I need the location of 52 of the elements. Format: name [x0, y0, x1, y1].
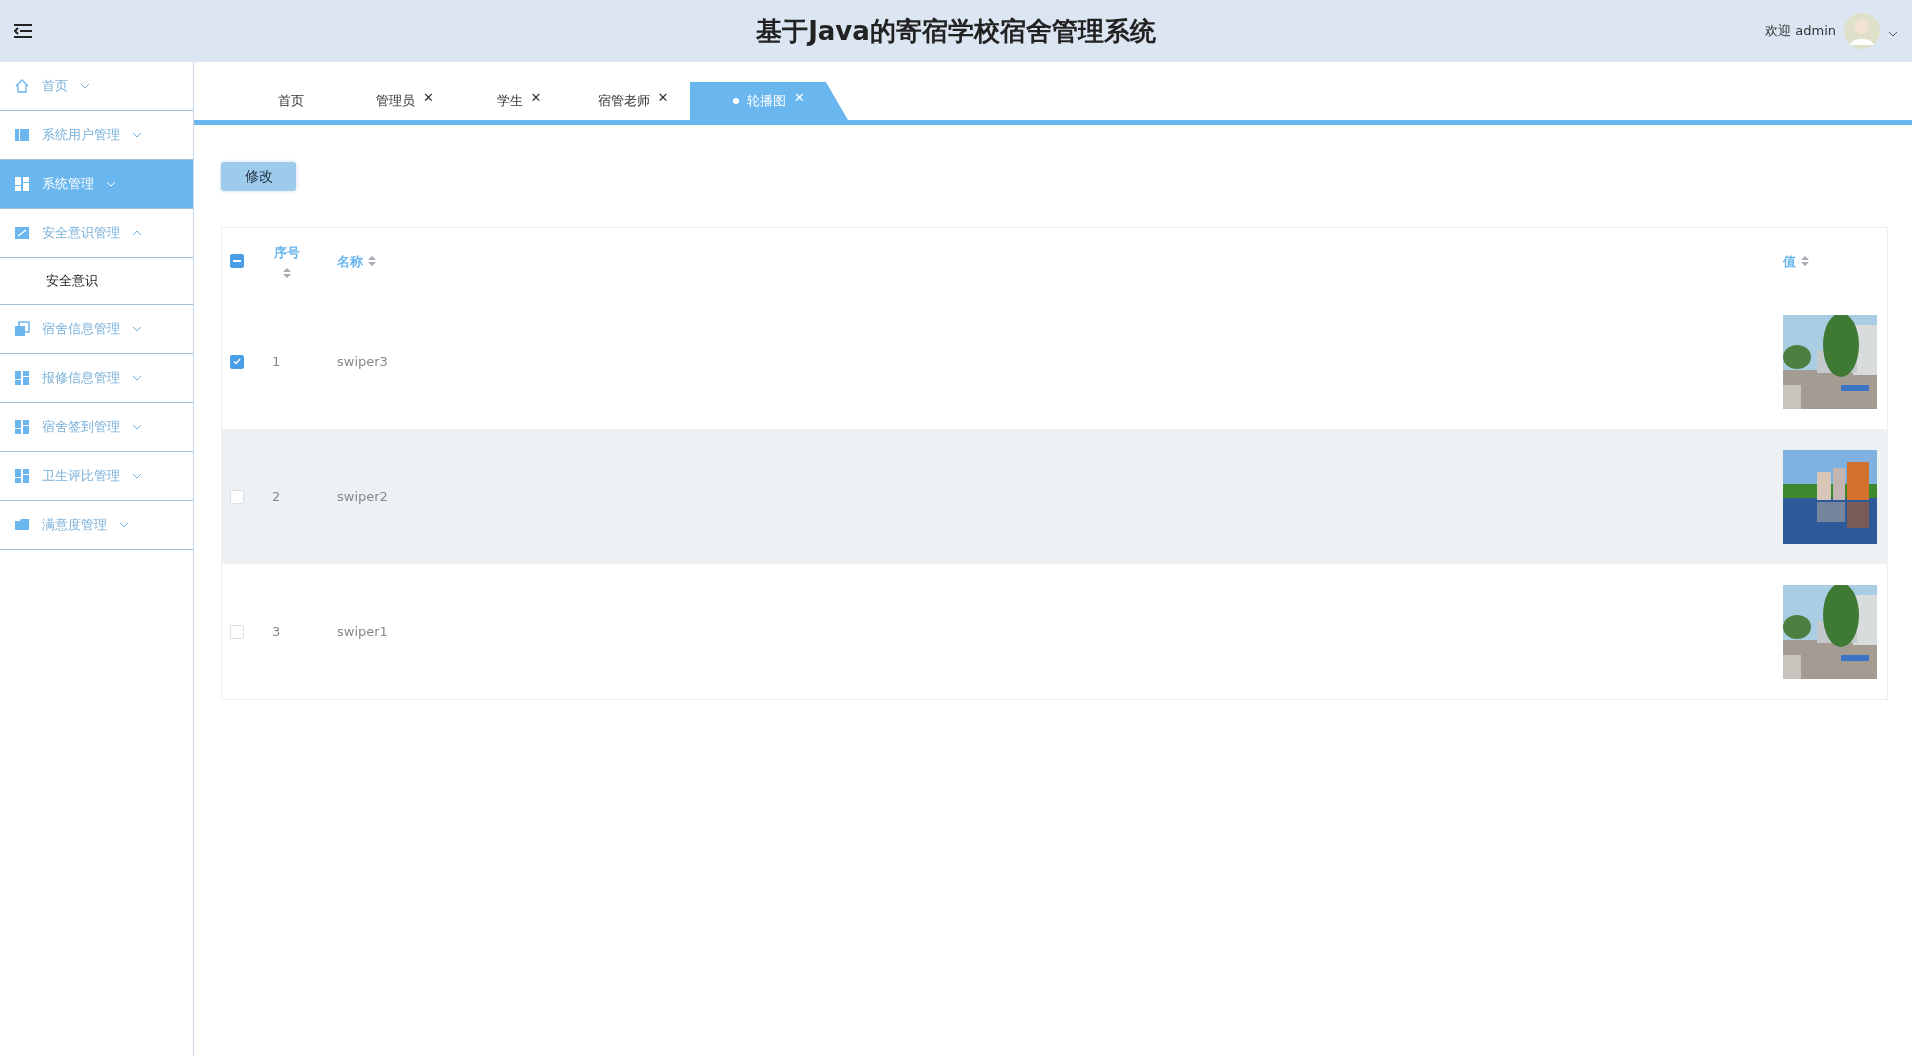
close-icon[interactable]: ✕: [657, 89, 669, 105]
sort-icon[interactable]: [1801, 256, 1810, 266]
table-cell-text: swiper2: [337, 489, 389, 504]
minus-icon: [233, 260, 241, 262]
avatar-icon[interactable]: [1844, 13, 1880, 49]
tab[interactable]: 首页: [234, 82, 348, 120]
table-cell-text: swiper3: [337, 354, 389, 369]
table-cell-text: 2: [272, 489, 282, 504]
grid-icon: [14, 176, 30, 192]
grid-icon: [14, 468, 30, 484]
grid-icon: [14, 370, 30, 386]
close-icon[interactable]: ✕: [794, 89, 805, 105]
chevron-down-icon: [80, 83, 90, 89]
sort-icon[interactable]: [283, 268, 291, 278]
tab[interactable]: 学生 ✕: [462, 82, 576, 120]
chevron-down-icon: [132, 326, 142, 332]
tab[interactable]: 管理员 ✕: [348, 82, 462, 120]
edit-button[interactable]: 修改: [221, 162, 296, 191]
check-icon: [233, 358, 241, 365]
chevron-down-icon: [132, 424, 142, 430]
welcome-text: 欢迎 admin: [1765, 22, 1836, 40]
row-checkbox[interactable]: [230, 354, 244, 369]
column-header[interactable]: 序号: [274, 244, 300, 262]
column-header[interactable]: 值: [1783, 253, 1796, 271]
sort-icon[interactable]: [368, 256, 377, 266]
chevron-up-icon: [132, 230, 142, 236]
columns-icon: [14, 127, 30, 143]
home-icon: [14, 78, 30, 94]
menu-icon[interactable]: [14, 24, 32, 38]
select-all-checkbox[interactable]: [230, 254, 244, 268]
table-row[interactable]: 2 swiper2: [222, 429, 1887, 564]
image-icon: [14, 225, 30, 241]
column-header[interactable]: 名称: [337, 253, 363, 271]
app-title: 基于Java的寄宿学校宿舍管理系统: [756, 15, 1156, 46]
chevron-down-icon: [132, 375, 142, 381]
tab[interactable]: 宿管老师 ✕: [576, 82, 690, 120]
copy-icon: [14, 321, 30, 337]
chevron-down-icon: [132, 132, 142, 138]
chevron-down-icon: [1888, 30, 1898, 37]
sidebar-item[interactable]: 系统管理: [0, 160, 193, 209]
close-icon[interactable]: ✕: [423, 89, 434, 105]
dot-icon: [733, 98, 740, 104]
table-cell-text: 1: [272, 354, 282, 369]
table-cell-text: swiper1: [337, 624, 389, 639]
folder-icon: [14, 517, 30, 533]
chevron-down-icon: [132, 473, 142, 479]
close-icon[interactable]: ✕: [530, 89, 542, 105]
tab[interactable]: 轮播图 ✕: [690, 82, 848, 120]
grid-icon: [14, 419, 30, 435]
chevron-down-icon: [106, 181, 116, 187]
table-cell-text: 3: [272, 624, 282, 639]
chevron-down-icon: [119, 522, 129, 528]
